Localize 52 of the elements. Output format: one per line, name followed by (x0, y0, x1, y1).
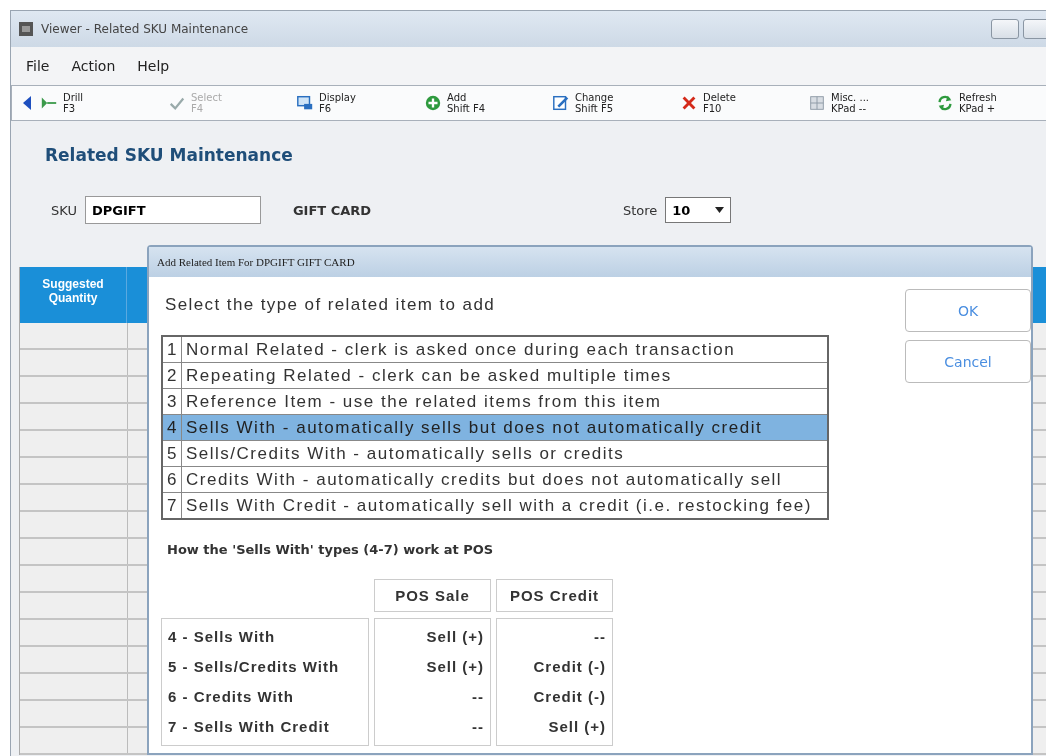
table-cell: -- (472, 687, 484, 707)
list-option[interactable]: 4 Sells With - automatically sells but does not automatically credit (163, 415, 827, 441)
store-dropdown[interactable]: 10 (665, 197, 732, 223)
toolbar-button[interactable]: Display F6 (296, 91, 424, 115)
table-cell: -- (472, 717, 484, 737)
list-option[interactable]: 5 Sells/Credits With - automatically sells or credits (163, 441, 827, 467)
dialog-title: Add Related Item For DPGIFT GIFT CARD (149, 247, 1031, 277)
app-icon (19, 22, 33, 36)
delete-icon (680, 94, 698, 112)
toolbar-button[interactable]: Add Shift F4 (424, 91, 552, 115)
column-header: POS Sale (374, 579, 491, 612)
minimize-button[interactable] (991, 19, 1019, 39)
table-cell: Sell (+) (548, 717, 606, 737)
menu-item[interactable]: File (17, 54, 59, 78)
toolbar-button[interactable]: Change Shift F5 (552, 91, 680, 115)
pencil-icon (552, 94, 570, 112)
ok-button[interactable]: OK (905, 289, 1031, 332)
menu-item[interactable]: Help (128, 54, 179, 78)
table-cell: Credit (-) (533, 657, 606, 677)
sku-description: GIFT CARD (292, 202, 373, 218)
add-icon (424, 94, 442, 112)
table-cell: Sell (+) (426, 627, 484, 647)
toolbar-button[interactable]: Misc. ... KPad -- (808, 91, 936, 115)
sku-label: SKU (51, 202, 77, 218)
list-option[interactable]: 2 Repeating Related - clerk can be asked multiple times (163, 363, 827, 389)
refresh-icon (936, 94, 954, 112)
column-header: POS Credit (496, 579, 613, 612)
table-cell-text: 7 - Sells With Credit (168, 717, 331, 737)
maximize-button[interactable] (1023, 19, 1046, 39)
table-cell: -- (594, 627, 606, 647)
list-option[interactable]: 1 Normal Related - clerk is asked once during each transaction (163, 337, 827, 363)
prompt-text: Select the type of related item to add (165, 295, 497, 315)
table-cell-text: 6 - Credits With (168, 687, 295, 707)
table-title: How the 'Sells With' types (4-7) work at POS (167, 542, 495, 557)
toolbar-button[interactable]: Refresh KPad + (936, 91, 1046, 115)
sku-field[interactable]: DPGIFT (84, 196, 261, 224)
table-cell-text: 5 - Sells/Credits With (168, 657, 341, 677)
table-cell-text: 4 - Sells With (168, 627, 277, 647)
toolbar-button[interactable]: Drill F3 (40, 91, 168, 115)
caret-icon (715, 207, 725, 213)
table-cell: Sell (+) (426, 657, 484, 677)
menu-item[interactable]: Action (62, 54, 125, 78)
toolbar-button[interactable]: Delete F10 (680, 91, 808, 115)
cancel-button[interactable]: Cancel (905, 340, 1031, 383)
list-option[interactable]: 6 Credits With - automatically credits but does not automatically sell (163, 467, 827, 493)
grid-icon (808, 94, 826, 112)
table-cell: Credit (-) (533, 687, 606, 707)
page-heading: Related SKU Maintenance (45, 145, 294, 165)
window-title: Viewer - Related SKU Maintenance (41, 22, 249, 36)
store-label: Store (622, 202, 658, 218)
monitor-icon (296, 94, 314, 112)
list-option[interactable]: 7 Sells With Credit - automatically sell with a credit (i.e. restocking fee) (163, 493, 827, 518)
